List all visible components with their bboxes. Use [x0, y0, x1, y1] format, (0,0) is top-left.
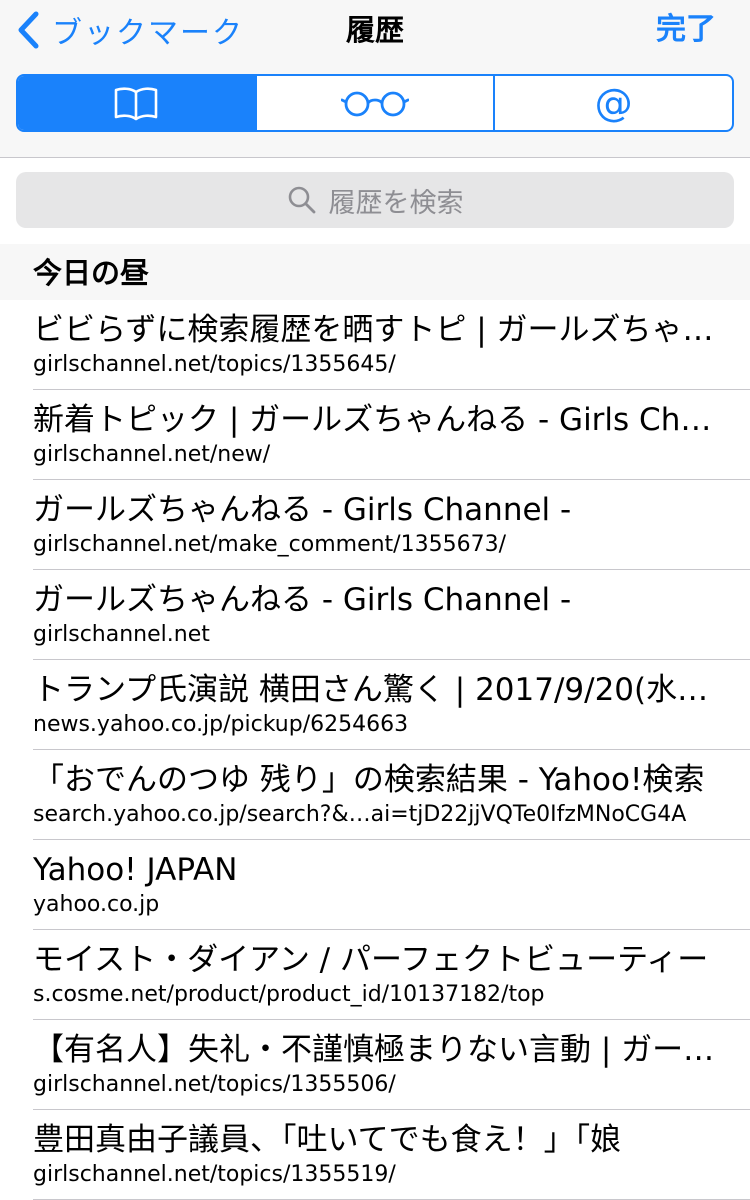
at-icon: @ [594, 81, 633, 125]
history-item[interactable]: Yahoo! JAPAN yahoo.co.jp [0, 840, 750, 930]
history-item-title: ビビらずに検索履歴を晒すトピ | ガールズちゃんねる - Girls Chann… [33, 312, 718, 348]
history-item[interactable]: 【有名人】失礼・不謹慎極まりない言動 | ガールズちゃんねる girlschan… [0, 1020, 750, 1110]
history-item-url: girlschannel.net/topics/1355519/ [33, 1162, 396, 1187]
history-item-title: モイスト・ダイアン / パーフェクトビューティー [33, 942, 709, 978]
history-item-title: ガールズちゃんねる - Girls Channel - [33, 582, 572, 618]
history-item-url: s.cosme.net/product/product_id/10137182/… [33, 982, 545, 1007]
book-icon [115, 87, 158, 121]
history-item-title: 豊田真由子議員、「吐いてでも食え！」「娘 [33, 1122, 622, 1158]
history-item[interactable]: トランプ氏演説 横田さん驚く | 2017/9/20(水) - Yahoo!ニュ… [0, 660, 750, 750]
history-list: ビビらずに検索履歴を晒すトピ | ガールズちゃんねる - Girls Chann… [0, 300, 750, 1200]
history-item-url: girlschannel.net/make_comment/1355673/ [33, 532, 506, 557]
history-item-url: search.yahoo.co.jp/search?&…ai=tjD22jjVQ… [33, 802, 687, 827]
history-item[interactable]: 豊田真由子議員、「吐いてでも食え！」「娘 girlschannel.net/to… [0, 1110, 750, 1200]
bookmarks-segmented-control: @ [16, 74, 734, 132]
history-item-url: girlschannel.net [33, 622, 210, 647]
section-header-label: 今日の昼 [33, 256, 150, 290]
history-item-title: 「おでんのつゆ 残り」の検索結果 - Yahoo!検索 [33, 762, 705, 798]
search-area: 履歴を検索 [0, 158, 750, 244]
tab-reading-list[interactable] [254, 76, 494, 130]
history-item-title: 新着トピック | ガールズちゃんねる - Girls Channel - [33, 402, 718, 438]
search-placeholder: 履歴を検索 [328, 187, 464, 219]
history-item[interactable]: モイスト・ダイアン / パーフェクトビューティー s.cosme.net/pro… [0, 930, 750, 1020]
section-header: 今日の昼 [0, 244, 750, 300]
search-icon [288, 186, 315, 214]
tab-shared-links[interactable]: @ [493, 76, 732, 130]
history-item-title: トランプ氏演説 横田さん驚く | 2017/9/20(水) - Yahoo!ニュ… [33, 672, 718, 708]
page-title: 履歴 [345, 13, 404, 47]
history-item[interactable]: 新着トピック | ガールズちゃんねる - Girls Channel - gir… [0, 390, 750, 480]
history-item[interactable]: ビビらずに検索履歴を晒すトピ | ガールズちゃんねる - Girls Chann… [0, 300, 750, 390]
history-item-url: girlschannel.net/new/ [33, 442, 271, 467]
tab-bookmarks[interactable] [18, 76, 255, 130]
history-item[interactable]: ガールズちゃんねる - Girls Channel - girlschannel… [0, 480, 750, 570]
history-item-title: ガールズちゃんねる - Girls Channel - [33, 492, 572, 528]
done-button[interactable]: 完了 [656, 8, 716, 52]
history-item-url: girlschannel.net/topics/1355506/ [33, 1072, 396, 1097]
history-item-title: Yahoo! JAPAN [33, 852, 238, 888]
history-item-url: yahoo.co.jp [33, 892, 160, 917]
history-item-url: news.yahoo.co.jp/pickup/6254663 [33, 712, 409, 737]
glasses-icon [341, 91, 409, 117]
history-item[interactable]: ガールズちゃんねる - Girls Channel - girlschannel… [0, 570, 750, 660]
history-item-url: girlschannel.net/topics/1355645/ [33, 352, 396, 377]
history-item[interactable]: 「おでんのつゆ 残り」の検索結果 - Yahoo!検索 search.yahoo… [0, 750, 750, 840]
history-search-field[interactable]: 履歴を検索 [16, 172, 734, 228]
navigation-bar: ブックマーク 履歴 完了 @ [0, 0, 750, 158]
history-item-title: 【有名人】失礼・不謹慎極まりない言動 | ガールズちゃんねる [33, 1032, 718, 1068]
